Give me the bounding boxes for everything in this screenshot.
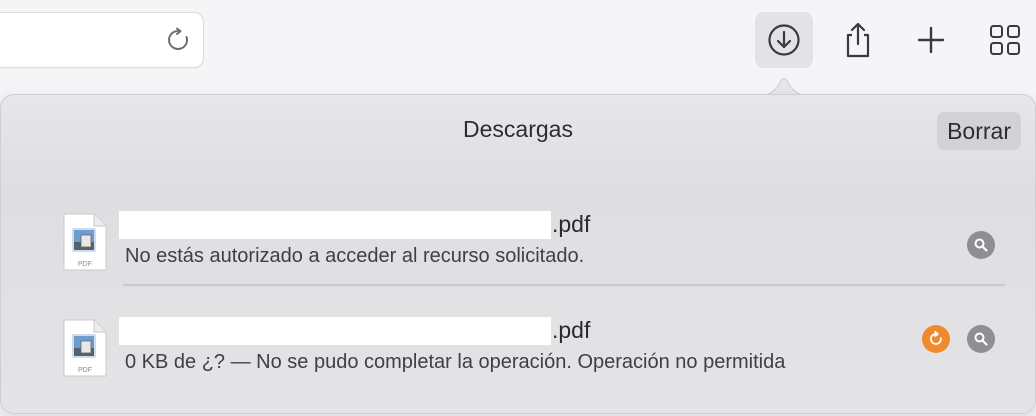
downloads-popover: Descargas Borrar PDF .pdf No estás autor… bbox=[0, 94, 1036, 414]
download-status: 0 KB de ¿? — No se pudo completar la ope… bbox=[125, 351, 786, 373]
download-item[interactable]: PDF .pdf No estás autorizado a acceder a… bbox=[1, 203, 1035, 293]
browser-toolbar bbox=[0, 0, 1036, 94]
retry-download-button[interactable] bbox=[922, 325, 950, 353]
file-type-label: PDF bbox=[78, 367, 92, 374]
share-button[interactable] bbox=[829, 12, 887, 68]
file-extension: .pdf bbox=[552, 317, 591, 343]
filename-redacted bbox=[119, 211, 551, 239]
clear-button[interactable]: Borrar bbox=[937, 112, 1021, 150]
file-extension: .pdf bbox=[552, 211, 591, 237]
pdf-file-icon: PDF bbox=[63, 213, 107, 271]
reveal-in-finder-button[interactable] bbox=[967, 325, 995, 353]
reveal-in-finder-button[interactable] bbox=[967, 231, 995, 259]
pdf-file-icon: PDF bbox=[63, 319, 107, 377]
download-status: No estás autorizado a acceder al recurso… bbox=[125, 245, 585, 267]
item-divider bbox=[123, 284, 1005, 286]
address-bar[interactable] bbox=[0, 12, 204, 68]
file-type-label: PDF bbox=[78, 261, 92, 268]
popover-arrow bbox=[760, 78, 808, 96]
tab-overview-button[interactable] bbox=[976, 12, 1034, 68]
filename-redacted bbox=[119, 317, 551, 345]
popover-title: Descargas bbox=[463, 116, 573, 142]
download-item[interactable]: PDF .pdf 0 KB de ¿? — No se pudo complet… bbox=[1, 309, 1035, 399]
reload-icon[interactable] bbox=[165, 27, 191, 53]
downloads-button[interactable] bbox=[755, 12, 813, 68]
new-tab-button[interactable] bbox=[902, 12, 960, 68]
